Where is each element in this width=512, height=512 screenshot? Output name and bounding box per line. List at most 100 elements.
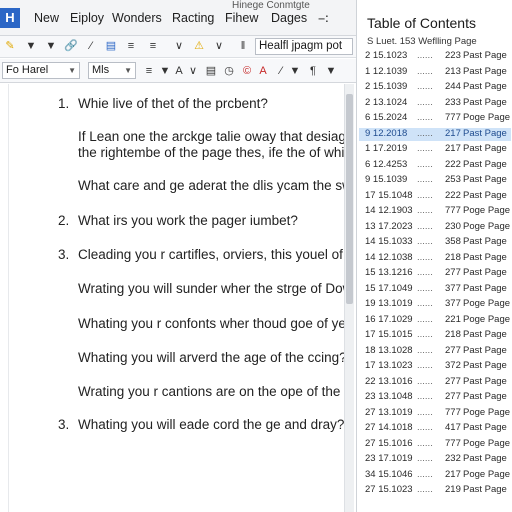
chevron-down-icon[interactable]: ∨ [186,64,200,78]
toc-entry[interactable]: 17 15.1015...... 218 Past Page [359,329,511,342]
pencil-icon[interactable]: ✎ [3,39,17,53]
toc-entry[interactable]: 23 13.1048...... 277 Past Page [359,391,511,404]
menu-icon[interactable]: ≡ [146,39,160,53]
toc-entry[interactable]: 19 13.1019...... 377 Poge Page [359,298,511,311]
toc-entry-leader: ...... [417,391,433,402]
toc-entry-leader: ...... [417,96,433,108]
toc-entry[interactable]: 6 15.2024...... 777 Poge Page [359,112,511,125]
toc-entry-leader: ...... [417,406,433,418]
size-select[interactable]: Mls ▼ [88,62,136,79]
toc-entry[interactable]: 1 12.1039...... 213 Past Page [359,66,511,79]
font-color-icon[interactable]: A [256,64,270,78]
pilcrow-icon[interactable]: ¶ [306,64,320,78]
toc-panel: Table of Contents S Luet. 153 Weflling P… [356,0,512,512]
toc-entry[interactable]: 2 15.1023...... 223 Past Page [359,50,511,63]
toc-entry[interactable]: 15 13.1216...... 277 Past Page [359,267,511,280]
toc-entry-page: 217 [445,127,461,139]
menu-dages[interactable]: Dages [271,11,307,25]
toc-entry[interactable]: 17 15.1048...... 222 Past Page [359,190,511,203]
toc-entry[interactable]: 27 14.1018...... 417 Past Page [359,422,511,435]
document-line[interactable]: the rightembe of the page thes, ife the … [78,145,344,160]
toc-entry[interactable]: 13 17.2023...... 230 Poge Page [359,221,511,234]
warning-icon[interactable]: ⚠ [192,39,206,53]
toc-entry[interactable]: 34 15.1046...... 217 Poge Page [359,469,511,482]
document-line[interactable]: Whating you r confonts wher thoud goe of… [78,316,344,331]
chevron-down-icon[interactable]: ▼ [288,64,302,78]
chevron-down-icon[interactable]: ▼ [158,64,172,78]
menu-wonders[interactable]: Wonders [112,11,162,25]
font-select[interactable]: Fo Harel ▼ [2,62,80,79]
app-icon[interactable]: H [0,8,20,28]
toc-entry[interactable]: 9 15.1039...... 253 Past Page [359,174,511,187]
document-line[interactable]: If Lean one the arckge talie oway that d… [78,129,344,144]
address-field[interactable]: Healfl jpagm pot [255,38,353,55]
toc-entry-number: 14 12.1903 [365,205,413,216]
toc-entry[interactable]: 22 13.1016...... 277 Past Page [359,376,511,389]
chevron-down-icon[interactable]: ∨ [212,39,226,53]
toc-entry[interactable]: 6 12.4253...... 222 Past Page [359,159,511,172]
document-area[interactable]: 1. Whie live of thet of the prcbent? If L… [0,84,344,512]
brush-icon[interactable]: ⁄ [274,64,288,78]
text-color-icon[interactable]: A [172,64,186,78]
toc-entry[interactable]: 2 15.1039...... 244 Past Page [359,81,511,94]
document-line[interactable]: What care and ge aderat the dlis ycam th… [78,178,344,193]
clock-icon[interactable]: ◷ [222,64,236,78]
toc-entry[interactable]: 17 13.1023...... 372 Past Page [359,360,511,373]
align-left-icon[interactable]: ▤ [204,64,218,78]
link-icon[interactable]: 🔗 [64,39,78,53]
document-line[interactable]: Whating you will arverd the age of the c… [78,350,344,365]
toc-entry-page: 221 [445,313,461,325]
chevron-down-icon[interactable]: ▼ [24,39,38,53]
chevron-down-icon[interactable]: ▼ [324,64,338,78]
toc-entry-number: 15 13.1216 [365,267,413,278]
toc-entry[interactable]: 27 13.1019...... 777 Poge Page [359,407,511,420]
list-icon[interactable]: ≡ [142,64,156,78]
toc-entry-label: Past Page [463,422,507,433]
toc-entry-page: 217 [445,468,461,480]
document-line[interactable]: 2. What irs you work the pager iumbet? [58,213,298,228]
menu-icon[interactable]: ≡ [124,39,138,53]
vertical-scrollbar[interactable] [344,84,354,512]
toc-entry[interactable]: 23 17.1019...... 232 Past Page [359,453,511,466]
toc-entry-number: 27 13.1019 [365,406,413,418]
document-line[interactable]: Wrating you will sunder wher the strge o… [78,281,344,296]
align-icon[interactable]: ▤ [104,39,118,53]
menu-new[interactable]: New [34,11,59,25]
scroll-thumb[interactable] [346,94,353,304]
toc-entry[interactable]: 16 17.1029...... 221 Poge Page [359,314,511,327]
toc-entry[interactable]: 14 12.1903...... 777 Poge Page [359,205,511,218]
toc-entry[interactable]: 27 15.1016...... 777 Poge Page [359,438,511,451]
chevron-down-icon[interactable]: ∨ [172,39,186,53]
document-line[interactable]: Wrating you r cantions are on the ope of… [78,384,344,399]
toc-entry[interactable]: 9 12.2018...... 217 Past Page [359,127,511,141]
toc-entry[interactable]: 14 12.1038...... 218 Past Page [359,252,511,265]
toc-entry-page: 222 [445,158,461,170]
toc-entry[interactable]: 14 15.1033...... 358 Past Page [359,236,511,249]
toc-entry-number: 27 14.1018 [365,422,413,433]
toc-entry[interactable]: 2 13.1024...... 233 Past Page [359,97,511,110]
toc-entry-label: Past Page [463,50,507,61]
toc-entry[interactable]: 27 15.1023...... 219 Past Page [359,484,511,497]
toc-entry-label: Past Page [463,81,507,92]
format-icon[interactable]: ⁄ [84,39,98,53]
menu-eiploy[interactable]: Eiploy [70,11,104,25]
toc-entry-page: 777 [445,205,461,216]
toc-entry-leader: ...... [417,158,433,170]
toc-entry[interactable]: 1 17.2019...... 217 Past Page [359,143,511,156]
menu-minimize[interactable]: −∶ [318,11,329,26]
page-margin [8,84,9,512]
menu-racting[interactable]: Racting [172,11,214,25]
toc-entry-number: 22 13.1016 [365,375,413,387]
chevron-down-icon[interactable]: ▼ [44,39,58,53]
menu-fihew[interactable]: Fihew [225,11,258,25]
toc-entry-page: 277 [445,375,461,387]
paragraph-icon[interactable]: ‖ [236,39,250,53]
document-line[interactable]: 3. Whating you will eade cord the ge and … [58,417,344,432]
toc-entry-leader: ...... [417,220,433,232]
toc-entry[interactable]: 15 17.1049...... 377 Past Page [359,283,511,296]
toc-entry-number: 27 15.1023 [365,484,413,495]
document-line[interactable]: 1. Whie live of thet of the prcbent? [58,96,268,111]
toc-entry[interactable]: 18 13.1028...... 277 Past Page [359,345,511,358]
copyright-icon[interactable]: © [240,64,254,78]
document-line[interactable]: 3. Cleading you r cartifles, orviers, thi… [58,247,344,262]
